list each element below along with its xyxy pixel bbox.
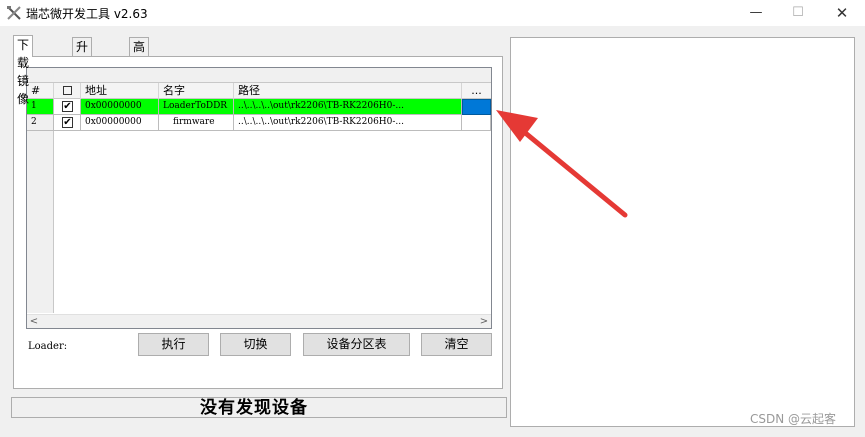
column-header-name[interactable]: 名字 — [159, 83, 234, 99]
image-list: # 地址 名字 路径 ... 1 ✔ 0x00000000 LoaderToDD… — [26, 67, 492, 329]
status-bar: 没有发现设备 — [11, 397, 507, 418]
checkbox-all[interactable] — [62, 86, 72, 95]
partition-table-button[interactable]: 设备分区表 — [303, 333, 410, 356]
row-checkbox-cell: ✔ — [54, 115, 81, 131]
watermark: CSDN @云起客 — [750, 412, 837, 426]
row-address[interactable]: 0x00000000 — [81, 99, 159, 115]
browse-path-button[interactable] — [462, 99, 491, 115]
table-row[interactable]: 2 ✔ 0x00000000 firmware ..\..\..\..\out\… — [27, 115, 491, 131]
scroll-right-arrow[interactable]: > — [477, 315, 491, 329]
switch-button[interactable]: 切换 — [220, 333, 291, 356]
loader-label: Loader: — [28, 341, 68, 352]
tools-icon — [7, 6, 21, 20]
column-header-address[interactable]: 地址 — [81, 83, 159, 99]
row-path[interactable]: ..\..\..\..\out\rk2206\TB-RK2206H0-... — [234, 99, 462, 115]
execute-button[interactable]: 执行 — [138, 333, 209, 356]
row-name[interactable]: firmware — [159, 115, 234, 131]
column-header-index[interactable]: # — [27, 83, 54, 99]
row-index: 2 — [27, 115, 54, 131]
row-checkbox-cell: ✔ — [54, 99, 81, 115]
row-checkbox[interactable]: ✔ — [62, 117, 73, 128]
row-index: 1 — [27, 99, 54, 115]
row-name[interactable]: LoaderToDDR — [159, 99, 234, 115]
tab-advanced[interactable]: 高级功能 — [129, 37, 150, 108]
device-status-text: 没有发现设备 — [200, 398, 308, 418]
scroll-left-arrow[interactable]: < — [27, 315, 41, 329]
browse-path-cell[interactable] — [462, 115, 491, 131]
log-output-panel — [510, 37, 855, 427]
column-header-path[interactable]: 路径 — [234, 83, 462, 99]
tab-upgrade-firmware[interactable]: 升级固件 — [72, 37, 93, 108]
maximize-button[interactable]: ☐ — [778, 0, 818, 26]
window-title: 瑞芯微开发工具 v2.63 — [26, 7, 148, 21]
row-address[interactable]: 0x00000000 — [81, 115, 159, 131]
tab-download-image[interactable]: 下载镜像 — [13, 35, 34, 106]
list-header: # 地址 名字 路径 ... — [27, 83, 491, 99]
clear-button[interactable]: 清空 — [421, 333, 492, 356]
title-bar: 瑞芯微开发工具 v2.63 — ☐ ✕ — [0, 0, 865, 26]
minimize-button[interactable]: — — [736, 0, 776, 26]
row-checkbox[interactable]: ✔ — [62, 101, 73, 112]
column-header-browse[interactable]: ... — [462, 83, 491, 99]
list-top-spacer — [27, 68, 491, 83]
horizontal-scrollbar[interactable]: < > — [27, 314, 491, 328]
table-row[interactable]: 1 ✔ 0x00000000 LoaderToDDR ..\..\..\..\o… — [27, 99, 491, 115]
download-image-panel: # 地址 名字 路径 ... 1 ✔ 0x00000000 LoaderToDD… — [13, 56, 503, 389]
row-gutter — [27, 131, 54, 313]
column-header-check[interactable] — [54, 83, 81, 99]
row-path[interactable]: ..\..\..\..\out\rk2206\TB-RK2206H0-... — [234, 115, 462, 131]
close-button[interactable]: ✕ — [822, 0, 862, 26]
